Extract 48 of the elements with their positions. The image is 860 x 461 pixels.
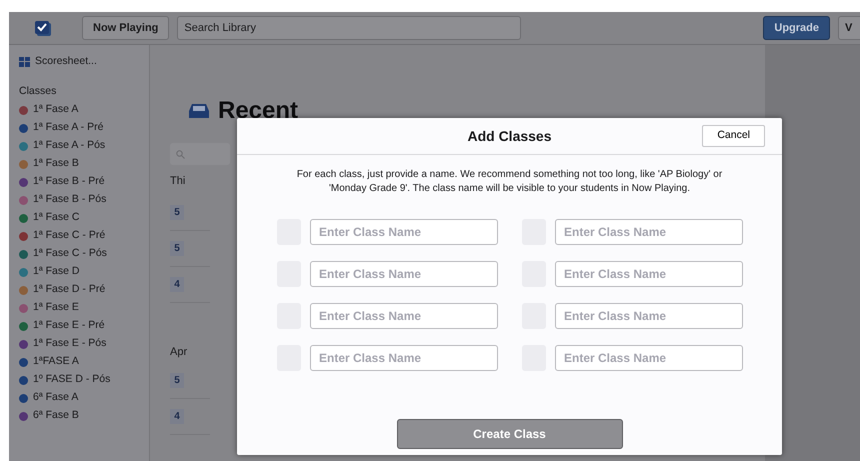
section-heading: Apr [170, 345, 188, 360]
create-class-button[interactable]: Create Class [396, 419, 622, 449]
class-name-field[interactable]: Enter Class Name [310, 345, 498, 371]
class-name-field[interactable]: Enter Class Name [310, 261, 498, 287]
modal-title: Add Classes [467, 126, 552, 146]
upgrade-button[interactable]: Upgrade [763, 16, 830, 40]
class-item[interactable]: 1ª Fase C [33, 210, 80, 226]
count-badge: 5 [170, 241, 184, 256]
class-item[interactable]: 1ª Fase B [33, 156, 79, 172]
class-item[interactable]: 1ª Fase C - Pós [33, 246, 107, 262]
class-name-field[interactable]: Enter Class Name [555, 261, 743, 287]
count-badge: 5 [170, 205, 184, 220]
class-item[interactable]: 1ª Fase B - Pré [33, 174, 105, 190]
class-item[interactable]: 1ª Fase E [33, 300, 79, 316]
class-item[interactable]: 1ª Fase A - Pós [33, 138, 106, 154]
count-badge: 5 [170, 373, 184, 388]
tray-icon [188, 103, 210, 119]
grid-icon [19, 57, 30, 67]
scoresheet-link[interactable]: Scoresheet... [35, 54, 97, 70]
count-badge: 4 [170, 277, 184, 292]
class-name-field[interactable]: Enter Class Name [555, 219, 743, 245]
class-item[interactable]: 1ª Fase D - Pré [33, 282, 106, 298]
checkbox-logo-icon [34, 20, 52, 36]
count-badge: 4 [170, 409, 184, 424]
class-item[interactable]: 1ª Fase E - Pós [33, 336, 106, 352]
class-item[interactable]: 1ªFASE A [33, 354, 79, 370]
description-text: For each class, just provide a name. We recommend something not too long, like 'AP Biology' or 'Monday Grade 9'. The class name will be visible to your students in Now Playing. [296, 168, 724, 195]
search-field[interactable]: Search Library [177, 16, 522, 40]
class-item[interactable]: 1ª Fase A [33, 102, 78, 118]
class-item[interactable]: 1ª Fase E - Pré [33, 318, 105, 334]
class-item[interactable]: 6ª Fase A [33, 390, 78, 406]
search-icon [176, 150, 185, 158]
class-item[interactable]: 1ª Fase B - Pós [33, 192, 106, 208]
page-title: Recent [218, 99, 298, 123]
classes-heading: Classes [19, 84, 56, 100]
class-name-field[interactable]: Enter Class Name [555, 303, 743, 329]
class-name-field[interactable]: Enter Class Name [555, 345, 743, 371]
class-item[interactable]: 6ª Fase B [33, 408, 79, 424]
class-item[interactable]: 1ª Fase A - Pré [33, 120, 104, 136]
class-item[interactable]: 1ª Fase D [33, 264, 80, 280]
now-playing-button[interactable]: Now Playing [82, 16, 170, 40]
class-item[interactable]: 1º FASE D - Pós [33, 372, 110, 388]
cancel-button[interactable]: Cancel [702, 125, 765, 147]
section-heading: Thi [170, 174, 186, 189]
menu-button[interactable]: V [838, 16, 860, 40]
class-name-field[interactable]: Enter Class Name [310, 303, 498, 329]
class-item[interactable]: 1ª Fase C - Pré [33, 228, 106, 244]
class-name-field[interactable]: Enter Class Name [310, 219, 498, 245]
